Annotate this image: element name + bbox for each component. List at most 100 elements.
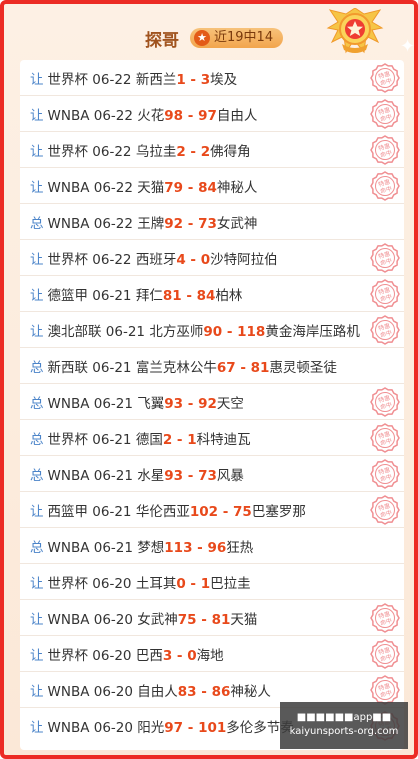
home-team: 阳光 [137,720,165,736]
bet-type: 总 [30,360,44,376]
hit-stamp-icon: 特惠命中 [370,423,400,453]
list-item[interactable]: 总 WNBA 06-21 梦想113 - 96狂热 [20,528,404,564]
bet-type: 总 [30,540,44,556]
bet-type: 让 [30,324,44,340]
bet-type: 让 [30,288,44,304]
list-item[interactable]: 让世界杯 06-22 乌拉圭2 - 2佛得角 特惠 命中 [20,132,404,168]
match-date: 06-20 [93,720,133,736]
league-name: WNBA [47,612,90,628]
home-score: 0 [176,576,186,592]
away-score: 81 [211,612,231,628]
home-score: 90 [203,324,223,340]
list-item[interactable]: 让世界杯 06-22 西班牙4 - 0沙特阿拉伯 特惠 命中 [20,240,404,276]
match-date: 06-21 [92,360,132,376]
hit-stamp-icon: 特惠命中 [370,99,400,129]
away-team: 自由人 [216,108,258,124]
bet-type: 让 [30,108,44,124]
list-item[interactable]: 让 WNBA 06-22 火花98 - 97自由人 特惠 命中 [20,96,404,132]
home-team: 拜仁 [135,288,163,304]
bet-type: 让 [30,720,44,736]
list-item[interactable]: 让世界杯 06-20 土耳其0 - 1巴拉圭 [20,564,404,600]
match-date: 06-21 [93,468,133,484]
hit-stamp-icon: 特惠命中 [370,495,400,525]
separator: - [172,432,188,448]
bet-type: 让 [30,684,44,700]
list-item[interactable]: 让澳北部联 06-21 北方巫师90 - 118黄金海岸压路机 特惠 命中 [20,312,404,348]
match-text: 让世界杯 06-22 新西兰1 - 3埃及 [30,68,237,88]
list-item[interactable]: 让世界杯 06-20 巴西3 - 0海地 特惠 命中 [20,636,404,672]
bet-type: 让 [30,252,44,268]
match-date: 06-22 [92,144,132,160]
sparkle-icon: ✦ [400,36,416,57]
bet-type: 让 [30,576,44,592]
list-item[interactable]: 总 WNBA 06-21 水星93 - 73风暴 特惠 命中 [20,456,404,492]
match-text: 总 WNBA 06-21 水星93 - 73风暴 [30,464,244,484]
bet-type: 让 [30,648,44,664]
list-item[interactable]: 让世界杯 06-22 新西兰1 - 3埃及 特惠 命中 [20,60,404,96]
separator: - [183,216,199,232]
list-item[interactable]: 总新西联 06-21 富兰克林公牛67 - 81惠灵顿圣徒 [20,348,404,384]
list-item[interactable]: 总 WNBA 06-21 飞翼93 - 92天空 特惠 命中 [20,384,404,420]
league-name: WNBA [47,720,90,736]
league-name: 世界杯 [47,252,89,268]
away-score: 75 [233,504,252,520]
league-name: 世界杯 [47,648,89,664]
home-team: 火花 [137,108,165,124]
match-date: 06-22 [92,252,132,268]
away-team: 科特迪瓦 [196,432,251,448]
away-score: 1 [200,576,211,592]
match-text: 总新西联 06-21 富兰克林公牛67 - 81惠灵顿圣徒 [30,356,337,376]
hit-stamp-icon: 特惠命中 [370,171,400,201]
bet-type: 让 [30,504,44,520]
match-date: 06-20 [93,684,133,700]
list-item[interactable]: 总世界杯 06-21 德国2 - 1科特迪瓦 特惠 命中 [20,420,404,456]
home-score: 81 [162,288,182,304]
home-score: 2 [176,144,186,160]
card-frame: 探哥 ★ 近19中14 ✦ 让世界杯 06-22 新西兰1 - 3埃及 特惠 命中让… [0,0,418,759]
away-team: 狂热 [226,540,254,556]
league-name: WNBA [47,216,90,232]
away-score: 86 [211,684,231,700]
league-name: WNBA [47,540,90,556]
home-team: 新西兰 [135,72,177,88]
home-score: 2 [162,432,173,448]
list-item[interactable]: 让 WNBA 06-20 女武神75 - 81天猫 特惠 命中 [20,600,404,636]
home-score: 92 [164,216,184,232]
separator: - [185,252,201,268]
home-team: 土耳其 [135,576,177,592]
separator: - [185,72,201,88]
hit-stamp-icon: 特惠命中 [370,315,400,345]
league-name: 西篮甲 [47,504,89,520]
match-text: 让 WNBA 06-22 火花98 - 97自由人 [30,104,257,124]
home-team: 华伦西亚 [135,504,190,520]
list-item[interactable]: 让 WNBA 06-22 天猫79 - 84神秘人 特惠 命中 [20,168,404,204]
list-item[interactable]: 让西篮甲 06-21 华伦西亚102 - 75巴塞罗那 特惠 命中 [20,492,404,528]
home-team: 自由人 [137,684,178,700]
match-text: 让西篮甲 06-21 华伦西亚102 - 75巴塞罗那 [30,500,306,520]
away-team: 沙特阿拉伯 [210,252,278,268]
league-name: WNBA [47,396,90,412]
list-item[interactable]: 让德篮甲 06-21 拜仁81 - 84柏林 特惠 命中 [20,276,404,312]
home-team: 富兰克林公牛 [135,360,217,376]
match-text: 让世界杯 06-20 巴西3 - 0海地 [30,644,224,664]
match-date: 06-22 [93,180,133,196]
home-score: 93 [164,396,184,412]
separator: - [196,684,212,700]
match-text: 让世界杯 06-22 西班牙4 - 0沙特阿拉伯 [30,248,278,268]
home-team: 德国 [135,432,163,448]
away-score: 73 [198,468,217,484]
home-score: 75 [177,612,197,628]
away-team: 风暴 [216,468,244,484]
expert-name: 探哥 [145,31,179,51]
separator: - [196,612,212,628]
watermark-line-1: ■■■■■■app■■ [296,712,392,723]
home-team: 巴西 [135,648,163,664]
match-date: 06-21 [93,396,133,412]
list-item[interactable]: 总 WNBA 06-22 王牌92 - 73女武神 [20,204,404,240]
away-team: 天空 [216,396,244,412]
hit-stamp-icon: 特惠命中 [370,603,400,633]
bet-type: 让 [30,144,44,160]
watermark-badge: ■■■■■■app■■ kaiyunsports-org.com [280,702,408,749]
home-score: 83 [177,684,197,700]
match-date: 06-22 [92,72,132,88]
